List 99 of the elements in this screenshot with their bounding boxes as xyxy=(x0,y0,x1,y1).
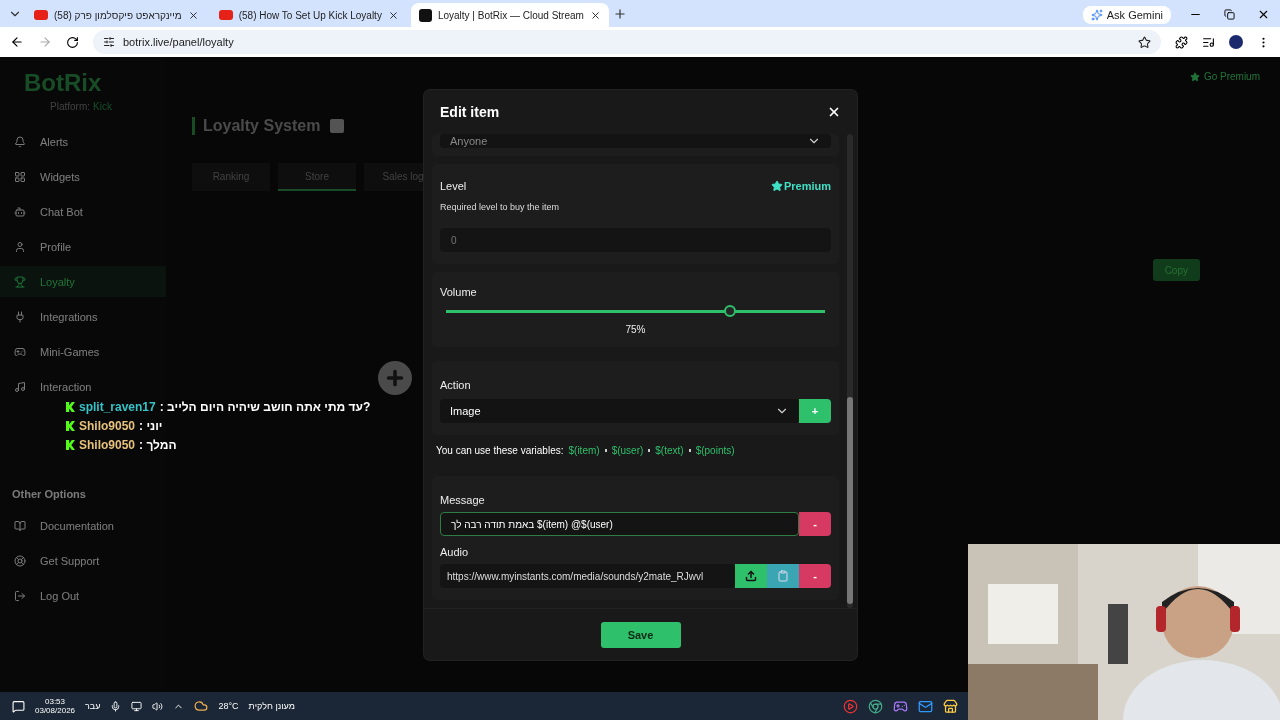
clipboard-icon xyxy=(777,570,789,582)
temperature: 28°C xyxy=(218,701,239,711)
variables-hint: You can use these variables: xyxy=(436,445,564,456)
level-label: Level xyxy=(440,180,467,192)
audio-url-field[interactable]: https://www.myinstants.com/media/sounds/y2mate_RJwvl xyxy=(440,564,735,588)
nav-icon xyxy=(14,554,26,567)
volume-reading: 75% xyxy=(624,324,647,335)
close-icon[interactable] xyxy=(1257,8,1270,21)
slider-thumb[interactable] xyxy=(724,305,737,317)
star-icon xyxy=(1189,71,1200,82)
variable-token: $(points) xyxy=(695,445,735,456)
upload-icon xyxy=(745,570,757,582)
close-icon[interactable] xyxy=(387,9,399,21)
sidebar-item[interactable]: Mini-Games xyxy=(0,336,166,367)
premium-tag: Premium xyxy=(770,180,831,192)
page-title: Loyalty System xyxy=(203,117,321,135)
notification-icon[interactable] xyxy=(12,699,25,713)
dialog-title: Edit item xyxy=(440,104,500,120)
action-label: Action xyxy=(440,379,472,391)
sidebar-item[interactable]: Alerts xyxy=(0,126,166,157)
sidebar-item[interactable]: Profile xyxy=(0,231,166,262)
chat-message: : יוני xyxy=(139,419,163,433)
close-icon[interactable] xyxy=(187,9,199,21)
nav-icon xyxy=(14,380,26,393)
store-icon[interactable] xyxy=(943,698,958,714)
remove-button[interactable]: - xyxy=(799,512,831,536)
video-site-icon xyxy=(218,10,233,20)
gemini-button[interactable]: Ask Gemini xyxy=(1082,6,1171,24)
variable-token: $(text) xyxy=(655,445,684,456)
section-heading: Other Options xyxy=(11,487,87,502)
nav-icon xyxy=(14,170,26,183)
mail-icon[interactable] xyxy=(918,698,933,714)
sidebar-item[interactable]: Documentation xyxy=(0,510,166,541)
close-icon[interactable] xyxy=(589,9,601,21)
level-field[interactable]: 0 xyxy=(440,228,831,252)
profile-avatar-icon[interactable] xyxy=(1229,35,1243,49)
media-icon[interactable] xyxy=(1202,35,1215,49)
app-icon[interactable] xyxy=(893,698,908,714)
bookmark-icon[interactable] xyxy=(1138,35,1151,49)
volume-icon[interactable] xyxy=(152,700,164,712)
site-info-icon[interactable] xyxy=(103,36,115,48)
chat-message: : עד מתי אתה חושב שיהיה היום הלייב? xyxy=(159,400,371,414)
message-field[interactable]: באמת תודה רבה לך $(item) @$(user) xyxy=(440,512,799,536)
access-select[interactable]: Anyone xyxy=(440,134,831,148)
audio-label: Audio xyxy=(440,546,470,558)
clock[interactable]: 03:53 03/08/2026 xyxy=(35,697,76,715)
logo: BotRix xyxy=(23,69,103,97)
chat-username: Shilo9050 xyxy=(79,419,136,433)
back-icon[interactable] xyxy=(10,35,24,49)
browser-tab[interactable]: Loyalty | BotRix — Cloud Stream xyxy=(410,3,609,27)
language-indicator[interactable]: עבר xyxy=(85,701,101,711)
remove-button[interactable]: - xyxy=(799,564,831,588)
nav-icon xyxy=(14,310,26,323)
weather-text: מעונן חלקית xyxy=(248,701,295,711)
level-hint: Required level to buy the item xyxy=(440,202,561,212)
site-icon xyxy=(418,8,432,22)
browser-icon[interactable] xyxy=(868,698,883,714)
reload-icon[interactable] xyxy=(66,35,79,49)
nav-icon xyxy=(14,275,26,288)
chat-username: Shilo9050 xyxy=(79,438,136,452)
chat-username: split_raven17 xyxy=(79,400,156,414)
variable-token: $(item) xyxy=(568,445,600,456)
star-icon xyxy=(770,180,783,192)
sidebar-item[interactable]: Widgets xyxy=(0,161,166,192)
sidebar-item[interactable]: Log Out xyxy=(0,580,166,611)
app-icon[interactable] xyxy=(843,698,858,714)
nav-icon xyxy=(14,519,26,532)
message-label: Message xyxy=(440,494,486,506)
browser-tab[interactable]: (58) מיינקראפט פיקסלמון פרק xyxy=(26,3,207,27)
volume-label: Volume xyxy=(440,286,478,298)
restore-icon[interactable] xyxy=(1224,9,1235,20)
extensions-icon[interactable] xyxy=(1175,35,1188,49)
browser-tab[interactable]: (58) How To Set Up Kick Loyalty xyxy=(210,3,407,27)
nav-icon xyxy=(14,135,26,148)
sidebar-item[interactable]: Get Support xyxy=(0,545,166,576)
variable-token: $(user) xyxy=(611,445,644,456)
platform-label: Platform: Kick xyxy=(49,101,113,112)
sidebar-item[interactable]: Chat Bot xyxy=(0,196,166,227)
action-select[interactable]: Image xyxy=(440,399,799,423)
upload-button[interactable] xyxy=(735,564,767,588)
new-tab-icon[interactable] xyxy=(612,6,627,21)
nav-icon xyxy=(14,345,26,358)
address-bar[interactable]: botrix.live/panel/loyalty xyxy=(93,30,1161,54)
kick-icon xyxy=(330,119,345,133)
nav-icon xyxy=(14,240,26,253)
close-icon[interactable] xyxy=(827,105,841,119)
mic-icon[interactable] xyxy=(110,700,122,712)
sparkle-icon xyxy=(1090,9,1103,21)
network-icon[interactable] xyxy=(131,700,143,712)
sidebar-item[interactable]: Integrations xyxy=(0,301,166,332)
premium-link[interactable]: Go Premium xyxy=(1189,71,1260,82)
save-button[interactable]: Save xyxy=(600,621,681,648)
nav-icon xyxy=(14,205,26,218)
weather-icon[interactable] xyxy=(194,699,209,713)
sidebar-item[interactable]: Interaction xyxy=(0,371,166,402)
chat-message: : המלך xyxy=(139,438,177,452)
sidebar-item[interactable]: Loyalty xyxy=(0,266,166,297)
video-site-icon xyxy=(34,10,48,20)
nav-icon xyxy=(14,589,26,602)
